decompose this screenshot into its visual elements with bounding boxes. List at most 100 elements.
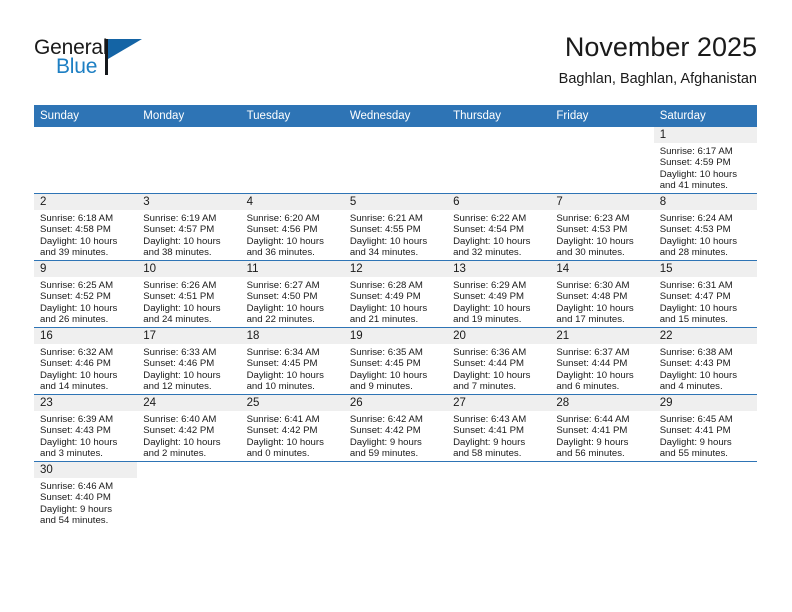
calendar-empty-cell	[343, 126, 448, 194]
calendar-week-row: 1 Sunrise: 6:17 AM Sunset: 4:59 PM Daylight…	[34, 126, 757, 194]
calendar-week-row: 2 Sunrise: 6:18 AM Sunset: 4:58 PM Daylight…	[34, 193, 757, 261]
weekday-header-thursday: Thursday	[447, 105, 551, 127]
day-info-line: Sunset: 4:50 PM	[246, 291, 318, 303]
calendar-day-cell[interactable]: 29 Sunrise: 6:45 AM Sunset: 4:41 PM Dayligh…	[653, 394, 757, 462]
day-number: 17	[137, 328, 241, 344]
day-info-line: Daylight: 9 hours	[556, 436, 629, 448]
calendar-day-cell[interactable]: 9 Sunrise: 6:25 AM Sunset: 4:52 PM Daylight…	[34, 260, 138, 328]
day-info-line: and 30 minutes.	[556, 247, 625, 259]
calendar-day-cell[interactable]: 28 Sunrise: 6:44 AM Sunset: 4:41 PM Dayligh…	[550, 394, 654, 462]
day-info-line: Sunset: 4:55 PM	[349, 224, 421, 236]
day-info-line: Daylight: 9 hours	[453, 436, 526, 448]
day-info-line: Daylight: 10 hours	[556, 369, 634, 381]
day-number: 11	[240, 261, 344, 277]
day-number	[343, 462, 448, 478]
calendar-day-cell[interactable]: 22 Sunrise: 6:38 AM Sunset: 4:43 PM Dayligh…	[653, 327, 757, 395]
day-number	[447, 462, 551, 478]
day-sun-info: Sunrise: 6:40 AM Sunset: 4:42 PM Daylight:…	[137, 411, 240, 460]
day-info-line: Sunrise: 6:18 AM	[40, 213, 114, 224]
day-number: 28	[550, 395, 654, 411]
calendar-day-cell[interactable]: 6 Sunrise: 6:22 AM Sunset: 4:54 PM Daylight…	[447, 193, 551, 261]
day-number: 16	[34, 328, 138, 344]
day-info-line: Sunrise: 6:40 AM	[143, 414, 217, 425]
page-header: General Blue November 2025 Baghlan, Bagh…	[0, 0, 792, 100]
day-info-line: Daylight: 10 hours	[349, 369, 428, 381]
day-info-line: Sunset: 4:44 PM	[556, 358, 628, 370]
calendar-day-cell[interactable]: 2 Sunrise: 6:18 AM Sunset: 4:58 PM Daylight…	[34, 193, 138, 261]
day-info-line: Sunrise: 6:42 AM	[349, 414, 423, 425]
day-info-line: Sunrise: 6:26 AM	[143, 280, 217, 291]
day-info-line: and 24 minutes.	[143, 314, 212, 326]
calendar-day-cell[interactable]: 26 Sunrise: 6:42 AM Sunset: 4:42 PM Dayligh…	[343, 394, 448, 462]
calendar-day-cell[interactable]: 17 Sunrise: 6:33 AM Sunset: 4:46 PM Dayligh…	[137, 327, 241, 395]
day-info-line: and 32 minutes.	[453, 247, 522, 259]
day-number: 15	[653, 261, 757, 277]
day-info-line: Sunrise: 6:30 AM	[556, 280, 630, 291]
day-info-line: Sunrise: 6:32 AM	[40, 347, 114, 358]
calendar-day-cell[interactable]: 5 Sunrise: 6:21 AM Sunset: 4:55 PM Daylight…	[343, 193, 448, 261]
calendar-day-cell[interactable]: 12 Sunrise: 6:28 AM Sunset: 4:49 PM Dayligh…	[343, 260, 448, 328]
day-info-line: Sunset: 4:46 PM	[143, 358, 215, 370]
day-info-line: Sunset: 4:45 PM	[349, 358, 421, 370]
calendar-day-cell[interactable]: 16 Sunrise: 6:32 AM Sunset: 4:46 PM Dayligh…	[34, 327, 138, 395]
calendar-day-cell[interactable]: 4 Sunrise: 6:20 AM Sunset: 4:56 PM Daylight…	[240, 193, 344, 261]
calendar-day-cell[interactable]: 19 Sunrise: 6:35 AM Sunset: 4:45 PM Dayligh…	[343, 327, 448, 395]
day-info-line: and 28 minutes.	[659, 247, 728, 259]
calendar-day-cell[interactable]: 30 Sunrise: 6:46 AM Sunset: 4:40 PM Dayligh…	[34, 461, 138, 528]
calendar-day-cell[interactable]: 15 Sunrise: 6:31 AM Sunset: 4:47 PM Dayligh…	[653, 260, 757, 328]
calendar-day-cell[interactable]: 3 Sunrise: 6:19 AM Sunset: 4:57 PM Daylight…	[137, 193, 241, 261]
day-number: 20	[447, 328, 551, 344]
day-sun-info: Sunrise: 6:36 AM Sunset: 4:44 PM Daylight:…	[447, 344, 550, 393]
day-info-line: Sunrise: 6:25 AM	[40, 280, 114, 291]
calendar-day-cell[interactable]: 24 Sunrise: 6:40 AM Sunset: 4:42 PM Dayligh…	[137, 394, 241, 462]
calendar-day-cell[interactable]: 1 Sunrise: 6:17 AM Sunset: 4:59 PM Daylight…	[653, 126, 757, 194]
day-info-line: Sunrise: 6:28 AM	[349, 280, 423, 291]
day-sun-info: Sunrise: 6:39 AM Sunset: 4:43 PM Daylight:…	[34, 411, 137, 460]
calendar-day-cell[interactable]: 23 Sunrise: 6:39 AM Sunset: 4:43 PM Dayligh…	[34, 394, 138, 462]
weekday-header-saturday: Saturday	[653, 105, 757, 127]
day-info-line: and 7 minutes.	[453, 381, 517, 393]
calendar-day-cell[interactable]: 13 Sunrise: 6:29 AM Sunset: 4:49 PM Dayligh…	[447, 260, 551, 328]
day-info-line: Sunrise: 6:22 AM	[453, 213, 527, 224]
day-info-line: Sunset: 4:52 PM	[40, 291, 111, 303]
day-number	[447, 127, 551, 143]
calendar-day-cell[interactable]: 27 Sunrise: 6:43 AM Sunset: 4:41 PM Dayligh…	[447, 394, 551, 462]
calendar-day-cell[interactable]: 14 Sunrise: 6:30 AM Sunset: 4:48 PM Dayligh…	[550, 260, 654, 328]
calendar-day-cell[interactable]: 20 Sunrise: 6:36 AM Sunset: 4:44 PM Dayligh…	[447, 327, 551, 395]
day-info-line: and 39 minutes.	[40, 247, 109, 259]
calendar-day-cell[interactable]: 7 Sunrise: 6:23 AM Sunset: 4:53 PM Daylight…	[550, 193, 654, 261]
day-info-line: Daylight: 10 hours	[40, 235, 118, 247]
day-info-line: and 59 minutes.	[349, 448, 419, 460]
calendar-day-cell[interactable]: 8 Sunrise: 6:24 AM Sunset: 4:53 PM Daylight…	[653, 193, 757, 261]
calendar-day-cell[interactable]: 18 Sunrise: 6:34 AM Sunset: 4:45 PM Dayligh…	[240, 327, 344, 395]
day-number: 10	[137, 261, 241, 277]
general-blue-logo[interactable]: General Blue	[34, 36, 214, 88]
day-info-line: and 2 minutes.	[143, 448, 207, 460]
day-number	[653, 462, 757, 478]
calendar-day-cell[interactable]: 25 Sunrise: 6:41 AM Sunset: 4:42 PM Dayligh…	[240, 394, 344, 462]
day-info-line: Sunset: 4:59 PM	[659, 157, 731, 169]
day-info-line: Sunrise: 6:34 AM	[246, 347, 320, 358]
day-sun-info: Sunrise: 6:35 AM Sunset: 4:45 PM Daylight:…	[344, 344, 447, 393]
day-info-line: Sunrise: 6:46 AM	[40, 481, 114, 492]
day-info-line: Sunset: 4:42 PM	[143, 425, 215, 437]
day-sun-info: Sunrise: 6:24 AM Sunset: 4:53 PM Daylight:…	[654, 210, 757, 259]
day-sun-info: Sunrise: 6:22 AM Sunset: 4:54 PM Daylight:…	[447, 210, 550, 259]
calendar-day-cell[interactable]: 10 Sunrise: 6:26 AM Sunset: 4:51 PM Dayligh…	[137, 260, 241, 328]
day-number	[137, 462, 241, 478]
day-info-line: Daylight: 10 hours	[246, 436, 324, 448]
day-info-line: Daylight: 10 hours	[453, 302, 531, 314]
day-info-line: Sunset: 4:43 PM	[40, 425, 111, 437]
day-number: 5	[343, 194, 448, 210]
day-sun-info: Sunrise: 6:28 AM Sunset: 4:49 PM Daylight:…	[344, 277, 447, 326]
calendar-empty-cell	[34, 126, 138, 194]
day-info-line: Sunset: 4:41 PM	[453, 425, 525, 437]
calendar-page: General Blue November 2025 Baghlan, Bagh…	[0, 0, 792, 612]
calendar-day-cell[interactable]: 11 Sunrise: 6:27 AM Sunset: 4:50 PM Dayligh…	[240, 260, 344, 328]
day-sun-info: Sunrise: 6:42 AM Sunset: 4:42 PM Daylight:…	[344, 411, 447, 460]
location-subtitle: Baghlan, Baghlan, Afghanistan	[558, 71, 757, 87]
weekday-header-friday: Friday	[550, 105, 654, 127]
day-info-line: and 0 minutes.	[246, 448, 310, 460]
calendar-day-cell[interactable]: 21 Sunrise: 6:37 AM Sunset: 4:44 PM Dayligh…	[550, 327, 654, 395]
day-info-line: Sunset: 4:51 PM	[143, 291, 215, 303]
